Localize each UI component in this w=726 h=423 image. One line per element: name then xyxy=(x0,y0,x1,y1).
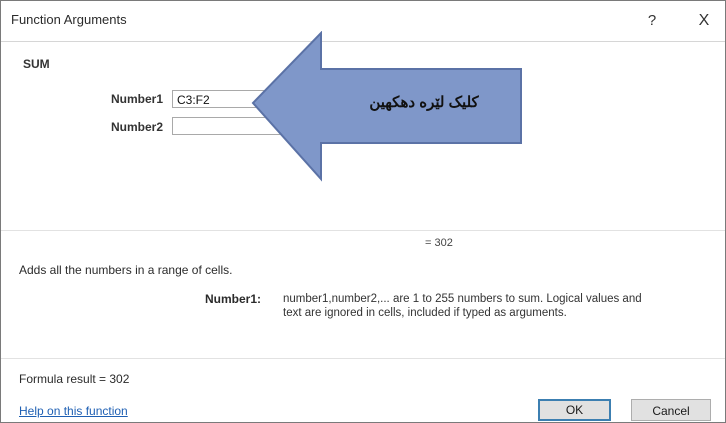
result-preview: = 302 xyxy=(425,237,453,249)
function-name: SUM xyxy=(23,57,50,71)
close-button[interactable]: X xyxy=(691,8,717,34)
divider xyxy=(1,358,725,359)
divider xyxy=(1,230,725,231)
arg-help-label: Number1: xyxy=(205,292,262,306)
ok-button[interactable]: OK xyxy=(538,399,611,421)
function-description: Adds all the numbers in a range of cells… xyxy=(19,263,233,277)
arg-help-text: number1,number2,... are 1 to 255 numbers… xyxy=(283,293,642,319)
cancel-button[interactable]: Cancel xyxy=(631,399,711,421)
help-button[interactable]: ? xyxy=(639,8,665,34)
formula-result: Formula result = 302 xyxy=(19,372,130,386)
help-link[interactable]: Help on this function xyxy=(19,404,128,418)
function-arguments-dialog: Function Arguments ? X SUM Number1 C3:F2… xyxy=(0,0,726,423)
dialog-title: Function Arguments xyxy=(11,12,127,27)
number1-label: Number1 xyxy=(110,92,163,106)
number2-label: Number2 xyxy=(110,120,163,134)
callout-text: کلیک لێره دهکهین xyxy=(369,94,479,111)
